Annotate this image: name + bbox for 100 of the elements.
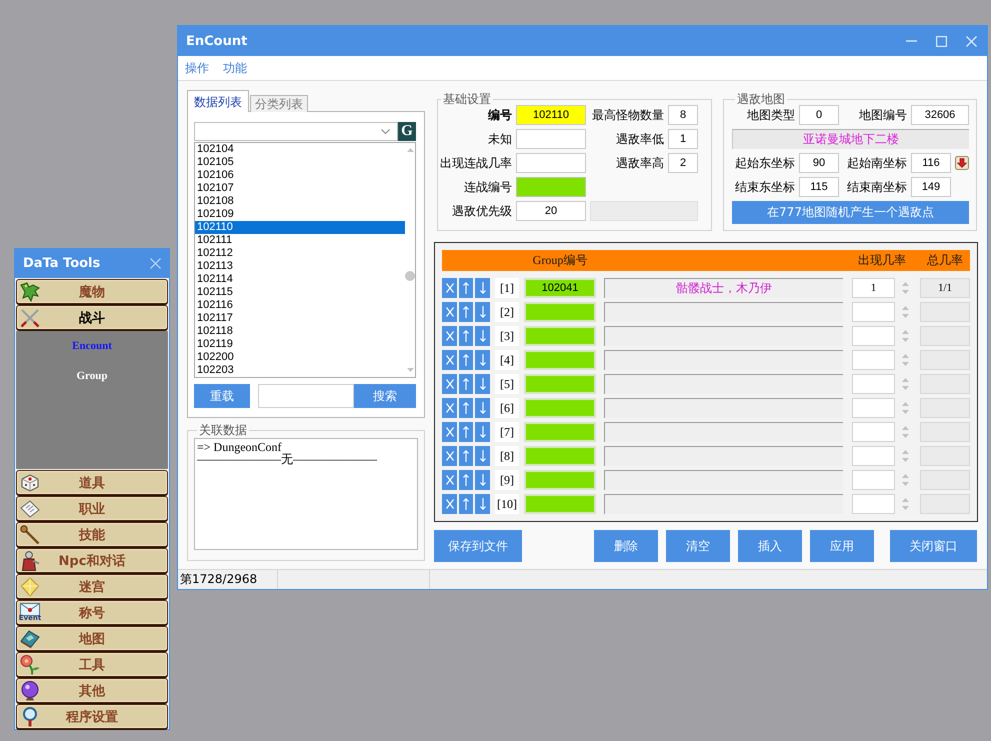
menu-item[interactable]: 操作 [185,60,209,76]
list-item[interactable]: 102107 [195,182,405,195]
submenu-item[interactable]: Group [76,361,108,391]
spin-down-icon[interactable] [902,362,908,366]
list-item[interactable]: 102114 [195,273,405,286]
input-field[interactable]: 149 [911,177,951,197]
move-up-button[interactable] [459,302,473,322]
rate-field[interactable] [852,350,895,370]
tab[interactable]: 分类列表 [250,95,308,112]
move-down-button[interactable] [475,494,490,514]
input-field[interactable] [516,129,586,149]
list-item[interactable]: 102112 [195,247,405,260]
spin-up-icon[interactable] [902,426,908,430]
group-id-field[interactable] [524,302,596,322]
category-button[interactable]: 职业 [16,496,168,521]
spin-up-icon[interactable] [902,282,908,286]
rate-field[interactable] [852,422,895,442]
spin-down-icon[interactable] [902,386,908,390]
input-field[interactable] [516,177,586,197]
group-id-field[interactable] [524,446,596,466]
move-up-button[interactable] [459,494,473,514]
spin-up-icon[interactable] [902,498,908,502]
group-id-field[interactable] [524,398,596,418]
spin-up-icon[interactable] [902,378,908,382]
category-button[interactable]: 其他 [16,678,168,703]
input-field[interactable]: 1 [668,129,698,149]
rate-field[interactable] [852,494,895,514]
remove-row-button[interactable] [442,350,457,370]
input-field[interactable]: 32606 [911,105,969,125]
spin-down-icon[interactable] [902,434,908,438]
remove-row-button[interactable] [442,374,457,394]
list-item[interactable]: 102203 [195,364,405,377]
input-field[interactable]: 90 [799,153,839,173]
move-down-button[interactable] [475,374,490,394]
spin-up-icon[interactable] [902,330,908,334]
list-item[interactable]: 102109 [195,208,405,221]
maximize-icon[interactable] [936,36,947,46]
remove-row-button[interactable] [442,398,457,418]
category-button[interactable]: Npc和对话 [16,548,168,573]
move-down-button[interactable] [475,278,490,298]
tab[interactable]: 数据列表 [187,90,249,112]
spin-up-icon[interactable] [902,402,908,406]
rate-field[interactable] [852,446,895,466]
group-id-field[interactable] [524,470,596,490]
list-item[interactable]: 102105 [195,156,405,169]
rate-field[interactable] [852,302,895,322]
input-field[interactable]: 102110 [516,105,586,125]
rate-field[interactable] [852,470,895,490]
group-id-field[interactable] [524,422,596,442]
rate-field[interactable]: 1 [852,278,895,298]
close-icon[interactable] [150,258,161,269]
list-item[interactable]: 102200 [195,351,405,364]
remove-row-button[interactable] [442,422,457,442]
list-item[interactable]: 102110 [195,221,405,234]
group-id-field[interactable] [524,326,596,346]
input-field[interactable]: 8 [668,105,698,125]
scroll-thumb[interactable] [405,271,415,281]
category-button[interactable]: 魔物 [16,279,168,304]
move-up-button[interactable] [459,422,473,442]
category-button[interactable]: 技能 [16,522,168,547]
category-button[interactable]: 工具 [16,652,168,677]
move-down-button[interactable] [475,470,490,490]
list-item[interactable]: 102111 [195,234,405,247]
move-down-button[interactable] [475,302,490,322]
input-field[interactable]: 115 [799,177,839,197]
list-item[interactable]: 102113 [195,260,405,273]
move-down-button[interactable] [475,326,490,346]
list-item[interactable]: 102108 [195,195,405,208]
rate-field[interactable] [852,374,895,394]
list-item[interactable]: 102119 [195,338,405,351]
spin-up-icon[interactable] [902,450,908,454]
move-up-button[interactable] [459,398,473,418]
remove-row-button[interactable] [442,494,457,514]
spin-up-icon[interactable] [902,474,908,478]
remove-row-button[interactable] [442,446,457,466]
spin-up-icon[interactable] [902,306,908,310]
move-up-button[interactable] [459,326,473,346]
input-field[interactable]: 0 [799,105,839,125]
scroll-down-icon[interactable] [406,368,414,372]
category-button[interactable]: 战斗 [16,305,168,330]
close-icon[interactable] [966,36,977,46]
spin-down-icon[interactable] [902,410,908,414]
category-button[interactable]: 程序设置 [16,704,168,729]
group-id-field[interactable] [524,350,596,370]
category-button[interactable]: 迷宫 [16,574,168,599]
spin-down-icon[interactable] [902,338,908,342]
move-down-button[interactable] [475,398,490,418]
search-field[interactable] [258,384,354,408]
scroll-up-icon[interactable] [406,148,414,152]
move-up-button[interactable] [459,446,473,466]
category-button[interactable]: 道具 [16,470,168,495]
remove-row-button[interactable] [442,302,457,322]
group-id-field[interactable]: 102041 [524,278,596,298]
list-item[interactable]: 102118 [195,325,405,338]
group-id-field[interactable] [524,494,596,514]
spin-down-icon[interactable] [902,482,908,486]
move-up-button[interactable] [459,350,473,370]
category-button[interactable]: 地图 [16,626,168,651]
input-field[interactable]: 116 [911,153,951,173]
spin-down-icon[interactable] [902,458,908,462]
